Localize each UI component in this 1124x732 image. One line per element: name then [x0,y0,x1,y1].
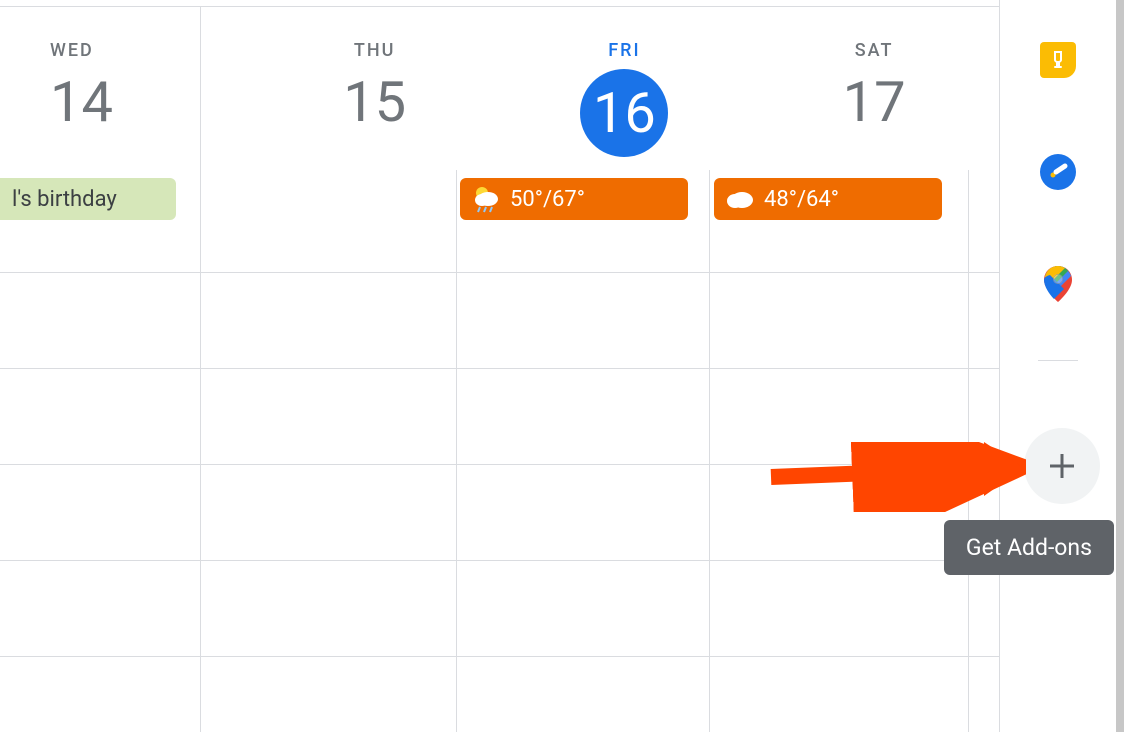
grid-row-sep [0,560,999,561]
day-header-fri[interactable]: FRI 16 [500,0,750,165]
maps-addon-button[interactable] [1038,264,1078,304]
event-birthday-text: l's birthday [12,187,117,212]
event-weather-sat[interactable]: 48°/64° [714,178,942,220]
tasks-addon-button[interactable] [1038,152,1078,192]
tooltip-text: Get Add-ons [966,534,1092,561]
column-sep [200,170,201,732]
day-number[interactable]: 14 [50,69,113,135]
weather-cloudy-icon [726,185,754,213]
day-number-today[interactable]: 16 [580,69,668,157]
plus-icon [1046,450,1078,482]
day-name: SAT [855,40,894,61]
day-name: WED [50,40,94,61]
event-birthday[interactable]: l's birthday [0,178,176,220]
column-sep [709,170,710,732]
get-addons-tooltip: Get Add-ons [944,520,1114,575]
weather-showers-icon [472,185,500,213]
day-name: THU [354,40,396,61]
side-panel [1000,0,1124,732]
calendar-grid: WED 14 THU 15 FRI 16 SAT 17 l's birthday [0,0,1000,732]
day-header-sat[interactable]: SAT 17 [749,0,999,165]
tasks-icon [1040,154,1076,190]
arrow-annotation [766,442,1026,512]
grid-row-sep [0,368,999,369]
grid-row-sep [0,656,999,657]
get-addons-button[interactable] [1024,428,1100,504]
day-header-thu[interactable]: THU 15 [250,0,500,165]
keep-icon [1040,42,1076,78]
event-weather-text: 50°/67° [510,187,585,212]
side-panel-divider [1038,360,1078,361]
maps-icon [1044,266,1072,302]
event-weather-fri[interactable]: 50°/67° [460,178,688,220]
day-headers-row: WED 14 THU 15 FRI 16 SAT 17 [0,0,999,165]
grid-row-sep [0,272,999,273]
day-name: FRI [608,40,640,61]
day-number[interactable]: 17 [843,69,906,135]
day-number[interactable]: 15 [343,69,406,135]
keep-addon-button[interactable] [1038,40,1078,80]
day-header-wed[interactable]: WED 14 [0,0,250,165]
column-sep [456,170,457,732]
event-weather-text: 48°/64° [764,187,839,212]
